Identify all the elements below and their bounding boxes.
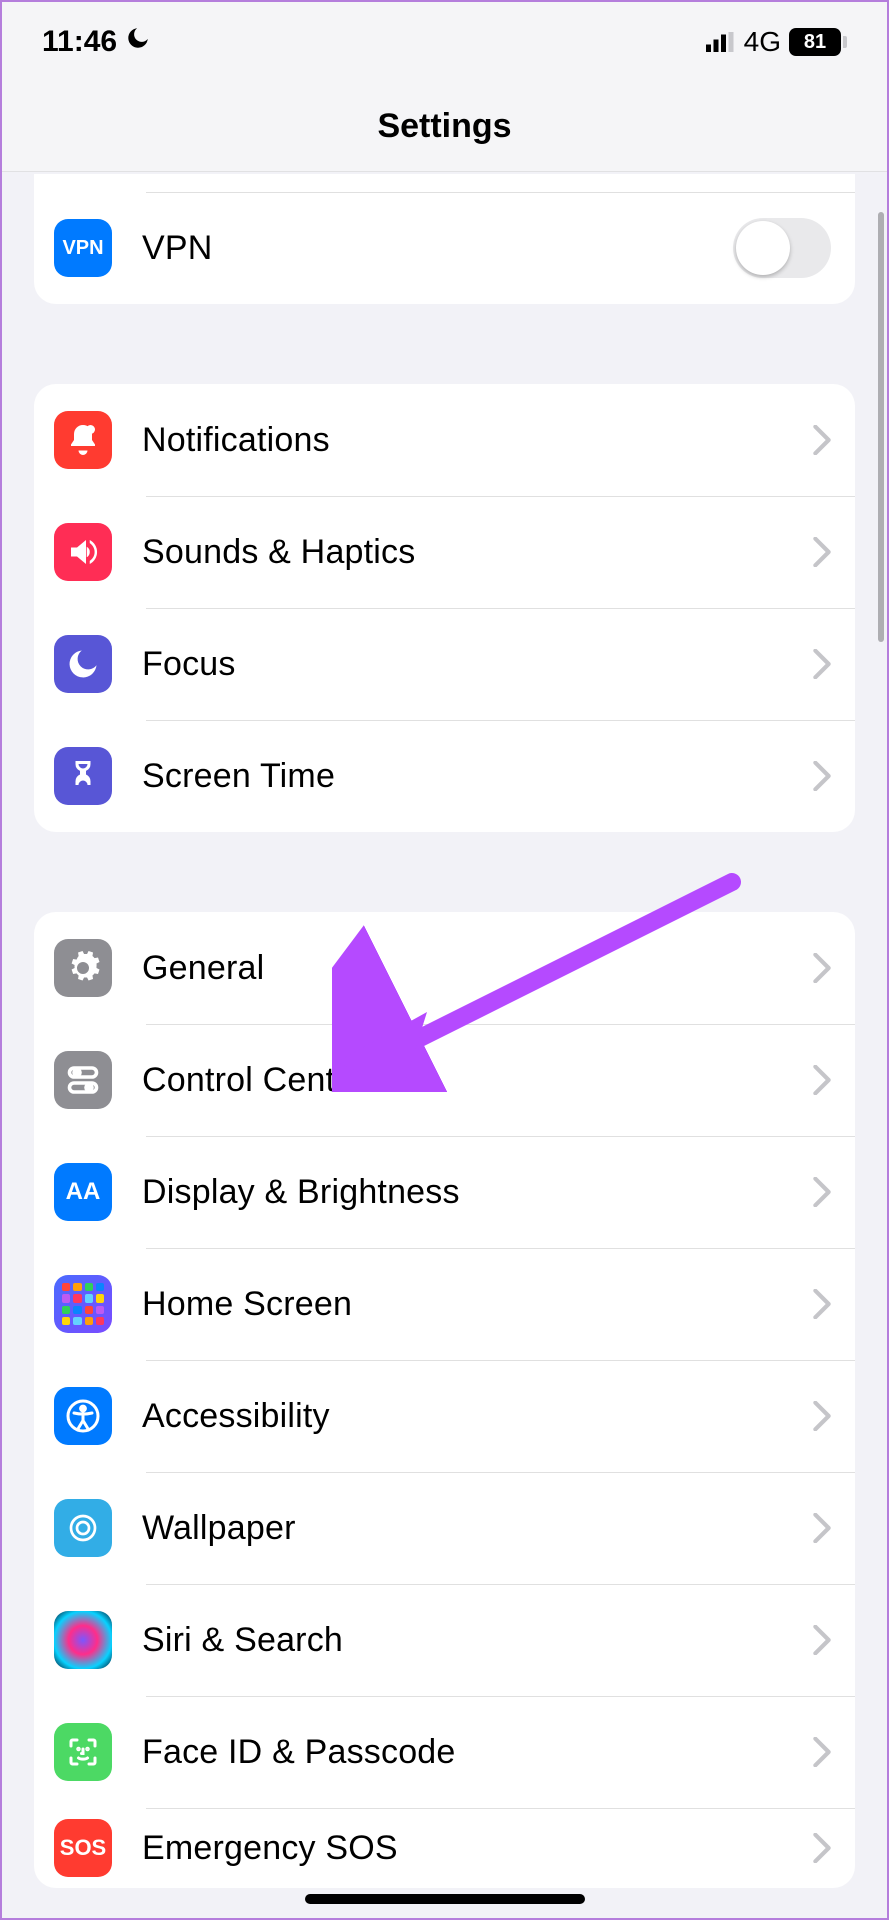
dnd-moon-icon [125, 25, 151, 59]
chevron-right-icon [813, 1065, 831, 1095]
vpn-toggle[interactable] [733, 218, 831, 278]
home-screen-icon [54, 1275, 112, 1333]
chevron-right-icon [813, 649, 831, 679]
row-label: VPN [142, 229, 733, 268]
row-label: Display & Brightness [142, 1173, 813, 1212]
chevron-right-icon [813, 1737, 831, 1767]
row-label: Emergency SOS [142, 1829, 813, 1868]
settings-scroll[interactable]: VPN VPN Notifications Sounds & Haptics [2, 174, 887, 1918]
settings-group-device: General Control Centre AA Display & Brig… [34, 912, 855, 1888]
settings-group-network: VPN VPN [34, 174, 855, 304]
focus-icon [54, 635, 112, 693]
wallpaper-icon [54, 1499, 112, 1557]
status-right: 4G 81 [706, 26, 847, 58]
row-label: Focus [142, 645, 813, 684]
row-label: General [142, 949, 813, 988]
row-prev-hidden[interactable] [34, 174, 855, 192]
status-time: 11:46 [42, 25, 117, 59]
control-centre-icon [54, 1051, 112, 1109]
faceid-icon [54, 1723, 112, 1781]
sounds-icon [54, 523, 112, 581]
row-notifications[interactable]: Notifications [34, 384, 855, 496]
accessibility-icon [54, 1387, 112, 1445]
chevron-right-icon [813, 1625, 831, 1655]
chevron-right-icon [813, 761, 831, 791]
sos-icon-text: SOS [60, 1835, 106, 1861]
row-label: Siri & Search [142, 1621, 813, 1660]
row-label: Notifications [142, 421, 813, 460]
network-type-label: 4G [744, 26, 781, 58]
cellular-signal-icon [706, 32, 736, 52]
row-label: Wallpaper [142, 1509, 813, 1548]
row-faceid-passcode[interactable]: Face ID & Passcode [34, 1696, 855, 1808]
aa-icon-text: AA [66, 1178, 101, 1206]
status-bar: 11:46 4G 81 [2, 2, 887, 82]
settings-group-attention: Notifications Sounds & Haptics Focus Scr… [34, 384, 855, 832]
row-focus[interactable]: Focus [34, 608, 855, 720]
row-label: Face ID & Passcode [142, 1733, 813, 1772]
home-indicator [305, 1894, 585, 1904]
row-sounds-haptics[interactable]: Sounds & Haptics [34, 496, 855, 608]
row-home-screen[interactable]: Home Screen [34, 1248, 855, 1360]
row-vpn[interactable]: VPN VPN [34, 192, 855, 304]
row-display-brightness[interactable]: AA Display & Brightness [34, 1136, 855, 1248]
siri-icon [54, 1611, 112, 1669]
row-label: Accessibility [142, 1397, 813, 1436]
status-left: 11:46 [42, 25, 151, 59]
row-general[interactable]: General [34, 912, 855, 1024]
row-control-centre[interactable]: Control Centre [34, 1024, 855, 1136]
notifications-icon [54, 411, 112, 469]
row-label: Control Centre [142, 1061, 813, 1100]
row-wallpaper[interactable]: Wallpaper [34, 1472, 855, 1584]
scroll-indicator [878, 212, 884, 642]
row-screen-time[interactable]: Screen Time [34, 720, 855, 832]
row-label: Home Screen [142, 1285, 813, 1324]
row-accessibility[interactable]: Accessibility [34, 1360, 855, 1472]
row-label: Sounds & Haptics [142, 533, 813, 572]
vpn-icon: VPN [54, 219, 112, 277]
chevron-right-icon [813, 1513, 831, 1543]
page-title: Settings [2, 82, 887, 172]
chevron-right-icon [813, 1833, 831, 1863]
vpn-icon-text: VPN [62, 237, 103, 260]
chevron-right-icon [813, 537, 831, 567]
row-label: Screen Time [142, 757, 813, 796]
page-title-label: Settings [377, 107, 511, 146]
chevron-right-icon [813, 953, 831, 983]
row-emergency-sos[interactable]: SOS Emergency SOS [34, 1808, 855, 1888]
chevron-right-icon [813, 1177, 831, 1207]
chevron-right-icon [813, 1289, 831, 1319]
chevron-right-icon [813, 425, 831, 455]
screen-time-icon [54, 747, 112, 805]
battery-icon: 81 [789, 28, 847, 56]
display-brightness-icon: AA [54, 1163, 112, 1221]
general-gear-icon [54, 939, 112, 997]
row-siri-search[interactable]: Siri & Search [34, 1584, 855, 1696]
sos-icon: SOS [54, 1819, 112, 1877]
chevron-right-icon [813, 1401, 831, 1431]
